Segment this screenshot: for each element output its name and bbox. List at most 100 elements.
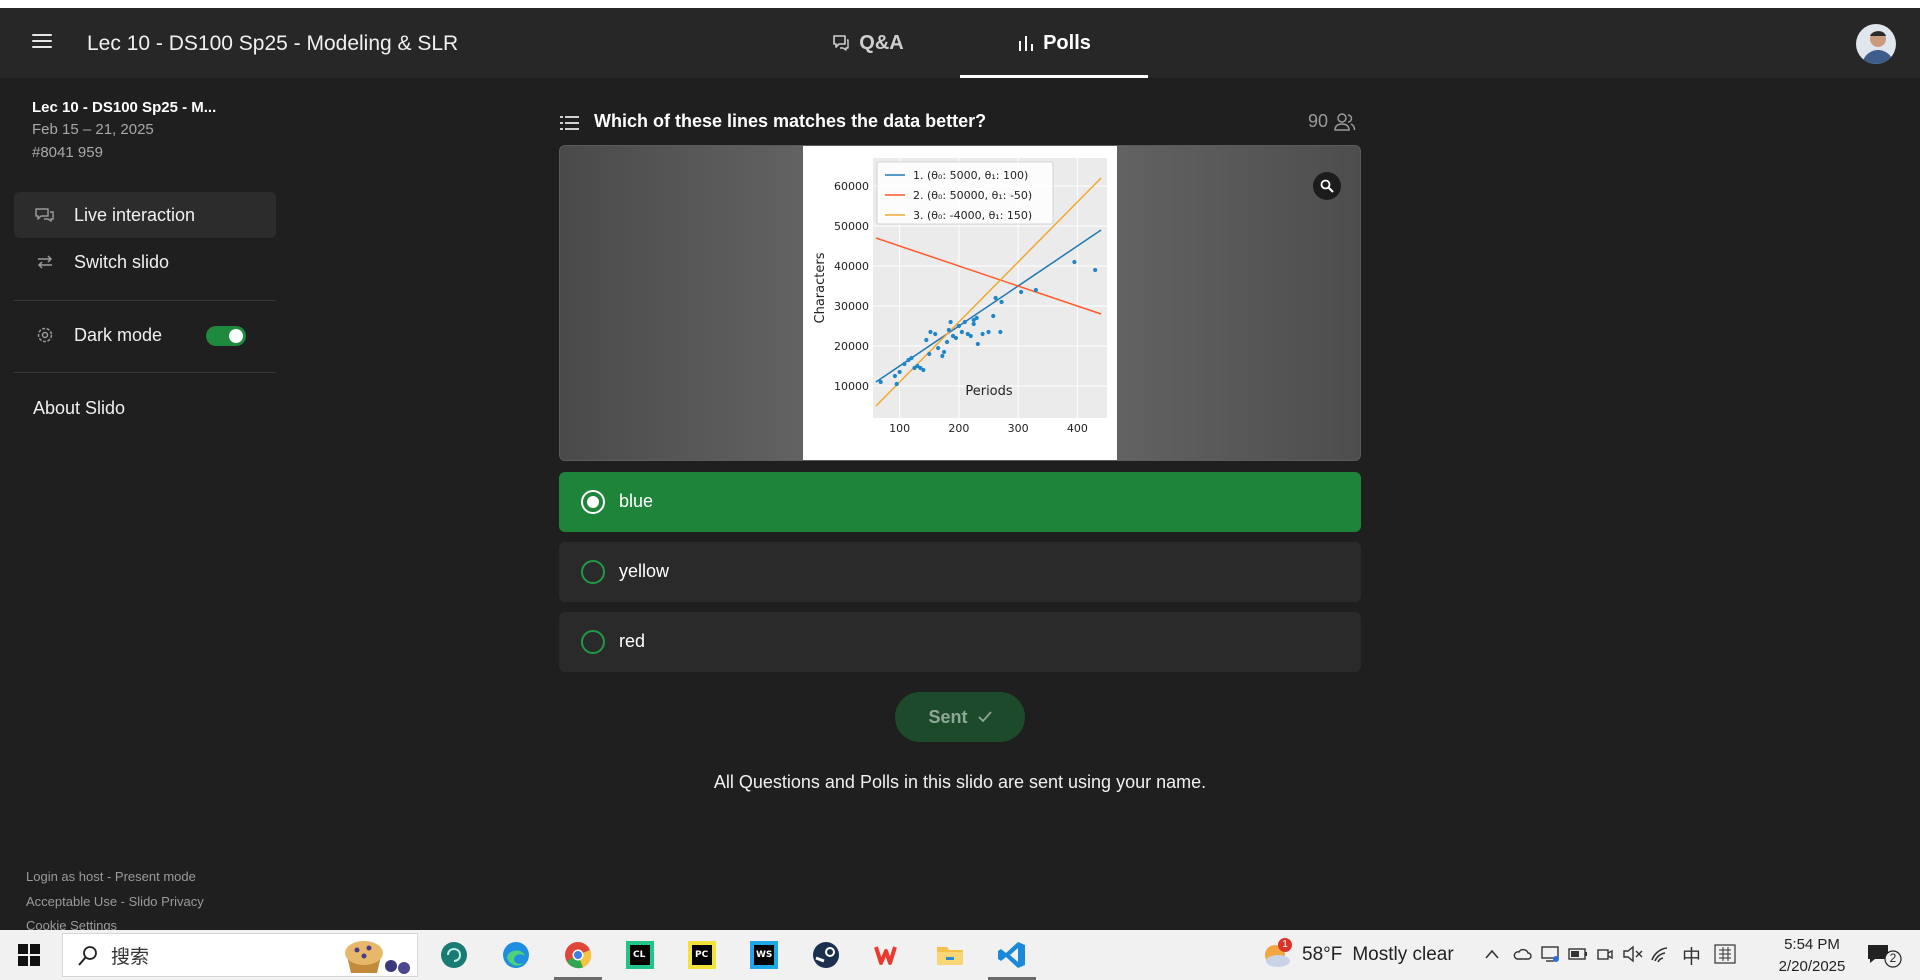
ime-language-indicator[interactable]: 中 [1682, 942, 1701, 969]
voter-count-number: 90 [1308, 111, 1329, 131]
data-point [909, 355, 914, 361]
clion-icon: CL [626, 941, 654, 969]
chrome-browser-icon [565, 942, 592, 969]
camera-privacy-icon[interactable] [1596, 945, 1614, 963]
clock-date: 2/20/2025 [1778, 958, 1846, 975]
taskbar-app-vscode[interactable] [988, 935, 1036, 980]
weather-alert-badge: 1 [1278, 938, 1292, 952]
sidebar-event-name: Lec 10 - DS100 Sp25 - M... [32, 99, 217, 116]
radio-unselected[interactable] [581, 630, 605, 654]
poll-option-label: yellow [619, 561, 670, 581]
switch-arrows-icon [37, 255, 53, 269]
taskbar-app-pycharm[interactable]: PC [678, 935, 726, 975]
data-point [991, 313, 996, 319]
tab-polls[interactable]: Polls [960, 8, 1148, 78]
speaker-muted-icon[interactable] [1622, 945, 1644, 963]
notification-count: 2 [1889, 951, 1897, 965]
onedrive-cloud-icon[interactable] [1512, 946, 1532, 962]
taskbar-weather[interactable]: 1 58°F Mostly clear [1262, 938, 1454, 968]
sidebar-event-code: #8041 959 [32, 144, 103, 161]
taskbar-clock[interactable]: 5:54 PM 2/20/2025 [1762, 934, 1862, 978]
sidebar-item-switch-slido[interactable]: Switch slido [14, 239, 276, 285]
taskbar-app-edge[interactable] [492, 935, 540, 975]
search-placeholder: 搜索 [111, 946, 150, 968]
edge-browser-icon [503, 942, 529, 968]
data-point [921, 367, 926, 373]
data-point [1072, 259, 1077, 265]
data-point [894, 381, 899, 387]
login-as-host-link[interactable]: Login as host [26, 869, 103, 884]
taskbar-app-clion[interactable]: CL [616, 935, 664, 975]
taskbar-app-wps[interactable] [864, 935, 912, 975]
wifi-icon[interactable] [1650, 945, 1672, 963]
data-point [1093, 267, 1098, 273]
remote-desktop-icon[interactable] [1540, 945, 1560, 963]
windows-taskbar: 搜索 CL PC WS 1 58°F Mostly clear 中 5:54 P… [0, 930, 1920, 980]
data-point [1033, 287, 1039, 293]
sent-button[interactable]: Sent [895, 692, 1025, 742]
sidebar-item-live-interaction[interactable]: Live interaction [14, 192, 276, 238]
windows-start-icon[interactable] [18, 944, 40, 966]
tab-qa[interactable]: Q&A [810, 8, 925, 78]
slido-privacy-link[interactable]: Slido Privacy [129, 894, 204, 909]
chart-image: 100 200 300 400 10000 20000 30000 40000 50000 600… [803, 146, 1117, 460]
data-point [933, 331, 938, 337]
hamburger-menu-icon[interactable] [30, 30, 54, 54]
radio-unselected[interactable] [581, 560, 605, 584]
taskbar-search-box[interactable]: 搜索 [62, 933, 418, 977]
taskbar-app-brain[interactable] [430, 935, 478, 975]
steam-icon [813, 942, 839, 968]
chat-bubbles-icon [35, 208, 54, 223]
data-point [971, 317, 976, 323]
dark-mode-toggle[interactable] [206, 326, 246, 346]
x-axis-label: Periods [965, 384, 1013, 399]
poll-option-red[interactable]: red [559, 612, 1361, 672]
ime-mode-icon[interactable] [1714, 944, 1736, 964]
weather-temperature: 58°F [1302, 944, 1343, 965]
data-point [892, 373, 898, 379]
radio-selected[interactable] [581, 490, 605, 514]
search-icon [78, 946, 97, 966]
data-point [948, 319, 953, 325]
acceptable-use-link[interactable]: Acceptable Use [26, 894, 117, 909]
bar-chart-icon [1019, 36, 1034, 51]
folder-icon [937, 947, 963, 965]
taskbar-app-file-explorer[interactable] [926, 935, 974, 975]
name-disclosure-note: All Questions and Polls in this slido ar… [713, 772, 1207, 792]
y-tick-label: 40000 [834, 260, 869, 273]
window-top-strip [0, 0, 1920, 8]
taskbar-app-steam[interactable] [802, 935, 850, 975]
x-tick-label: 100 [889, 422, 910, 435]
sidebar-event-dates: Feb 15 – 21, 2025 [32, 121, 154, 138]
sidebar: Lec 10 - DS100 Sp25 - M... Feb 15 – 21, … [0, 78, 290, 933]
wps-office-icon [874, 946, 897, 965]
zoom-image-button[interactable] [1313, 172, 1341, 200]
present-mode-link[interactable]: Present mode [115, 869, 196, 884]
data-point [975, 341, 980, 347]
poll-option-blue[interactable]: blue [559, 472, 1361, 532]
taskbar-app-chrome[interactable] [554, 935, 602, 980]
svg-text:WS: WS [756, 950, 772, 960]
notification-center-icon[interactable]: 2 [1866, 942, 1906, 973]
poll-image: 100 200 300 400 10000 20000 30000 40000 50000 600… [559, 145, 1361, 461]
data-point [999, 299, 1004, 305]
toggle-knob [229, 329, 243, 343]
sidebar-item-about-slido[interactable]: About Slido [33, 398, 125, 419]
legend-entry: 2. (θ₀: 50000, θ₁: -50) [913, 189, 1032, 202]
checkmark-icon [977, 711, 992, 723]
taskbar-app-webstorm[interactable]: WS [740, 935, 788, 975]
poll-option-label: red [619, 631, 646, 651]
weather-moon-cloud-icon: 1 [1262, 938, 1292, 968]
scatter-chart: 100 200 300 400 10000 20000 30000 40000 50000 600… [813, 158, 1107, 435]
data-point [968, 333, 973, 339]
voter-count: 90 [1308, 111, 1356, 132]
battery-icon[interactable] [1568, 947, 1588, 961]
poll-option-label: blue [619, 491, 654, 511]
y-tick-label: 20000 [834, 340, 869, 353]
poll-question: Which of these lines matches the data be… [594, 111, 987, 131]
data-point [956, 323, 961, 329]
data-point [878, 379, 883, 385]
user-avatar[interactable] [1856, 24, 1896, 64]
chevron-up-icon[interactable] [1484, 948, 1500, 960]
poll-option-yellow[interactable]: yellow [559, 542, 1361, 602]
